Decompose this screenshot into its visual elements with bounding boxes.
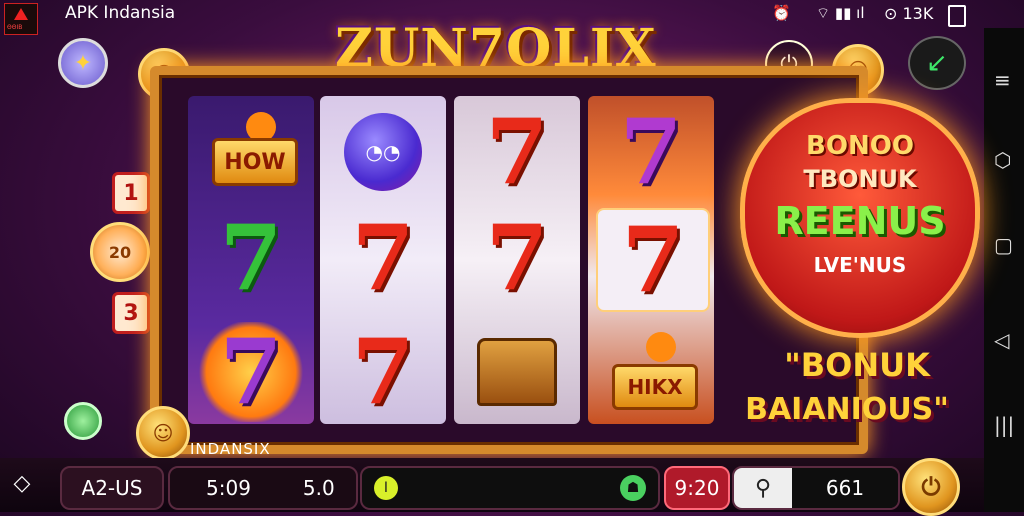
frame-corner-coin-bl: ☺ [136, 406, 190, 460]
menu-nav-icon[interactable]: ≡ [994, 68, 1011, 92]
bonus-line-3: REENUS [774, 199, 946, 243]
recents-lines-icon[interactable]: ||| [994, 413, 1014, 437]
battery-icon [948, 5, 966, 27]
seven-symbol: 7 [485, 205, 549, 311]
spin-icon[interactable]: ⏻ [902, 458, 960, 516]
ticket-value[interactable]: 9:20 [664, 466, 730, 510]
bonus-line-1: BONOO [806, 131, 914, 161]
seven-symbol: 7 [619, 99, 683, 205]
app-logo: ΘΘΙΒ [4, 3, 38, 35]
time-value: 5:09 [206, 476, 251, 500]
bonus-title-1: "BONUK [784, 346, 930, 384]
seven-symbol: 7 [485, 99, 549, 205]
clover-icon[interactable]: ✦ [58, 38, 108, 88]
reel-1: HOW 7 7 [188, 96, 314, 424]
balance-panel: ⚲ 661 [732, 466, 900, 510]
bet-coin[interactable]: 20 [90, 222, 150, 282]
diamond-icon[interactable]: ◇ [10, 472, 34, 496]
seven-symbol: 7 [596, 208, 710, 312]
seven-symbol: 7 [219, 205, 283, 311]
bonus-line-4: LVE'NUS [813, 253, 907, 277]
user-icon[interactable]: ☗ [620, 475, 646, 501]
reel-3: 7 7 [454, 96, 580, 424]
seven-symbol: 7 [351, 319, 415, 425]
blob-symbol: ◔◔ [328, 102, 438, 202]
seven-symbol: 7 [351, 205, 415, 311]
frame-caption: INDANSIX [190, 440, 271, 458]
search-icon[interactable]: ⚲ [734, 468, 792, 508]
bonus-shield: BONOO TBONUK REENUS LVE'NUS [740, 98, 980, 338]
arrow-icon[interactable]: ↙ [908, 36, 966, 90]
line-number-1[interactable]: 1 [112, 172, 150, 214]
android-nav-bar: ≡ ⬡ ▢ ◁ ||| [984, 28, 1024, 512]
fruit-symbol: HIKX [596, 322, 706, 422]
recent-nav-icon[interactable]: ▢ [994, 233, 1013, 257]
reel-4: 7 7 HIKX [588, 96, 714, 424]
home-nav-icon[interactable]: ⬡ [994, 148, 1011, 172]
bonus-title-2: BAIANIOUS" [745, 392, 949, 427]
info-icon[interactable]: I [374, 476, 398, 500]
alarm-icon: ⏰ [772, 4, 791, 22]
bonus-line-2: TBONUK [803, 165, 917, 193]
back-nav-icon[interactable]: ◁ [994, 328, 1009, 352]
green-gem-icon [64, 402, 102, 440]
status-time: ⊙ 13K [884, 4, 934, 23]
signal-icon: ⌔ ▮▮ ıl [816, 4, 865, 22]
line-number-3[interactable]: 3 [112, 292, 150, 334]
reel-2: ◔◔ 7 7 [320, 96, 446, 424]
chest-symbol [462, 322, 572, 422]
fruit-symbol: HOW [196, 102, 306, 202]
seven-symbol: 7 [196, 322, 306, 422]
balance-value: 661 [792, 468, 898, 508]
lines-value: 5.0 [302, 476, 335, 500]
app-name: APK Indansia [65, 3, 176, 23]
time-panel: 5:09 5.0 [168, 466, 358, 510]
info-panel: I ☗ [360, 466, 660, 510]
bet-label[interactable]: A2-US [60, 466, 164, 510]
